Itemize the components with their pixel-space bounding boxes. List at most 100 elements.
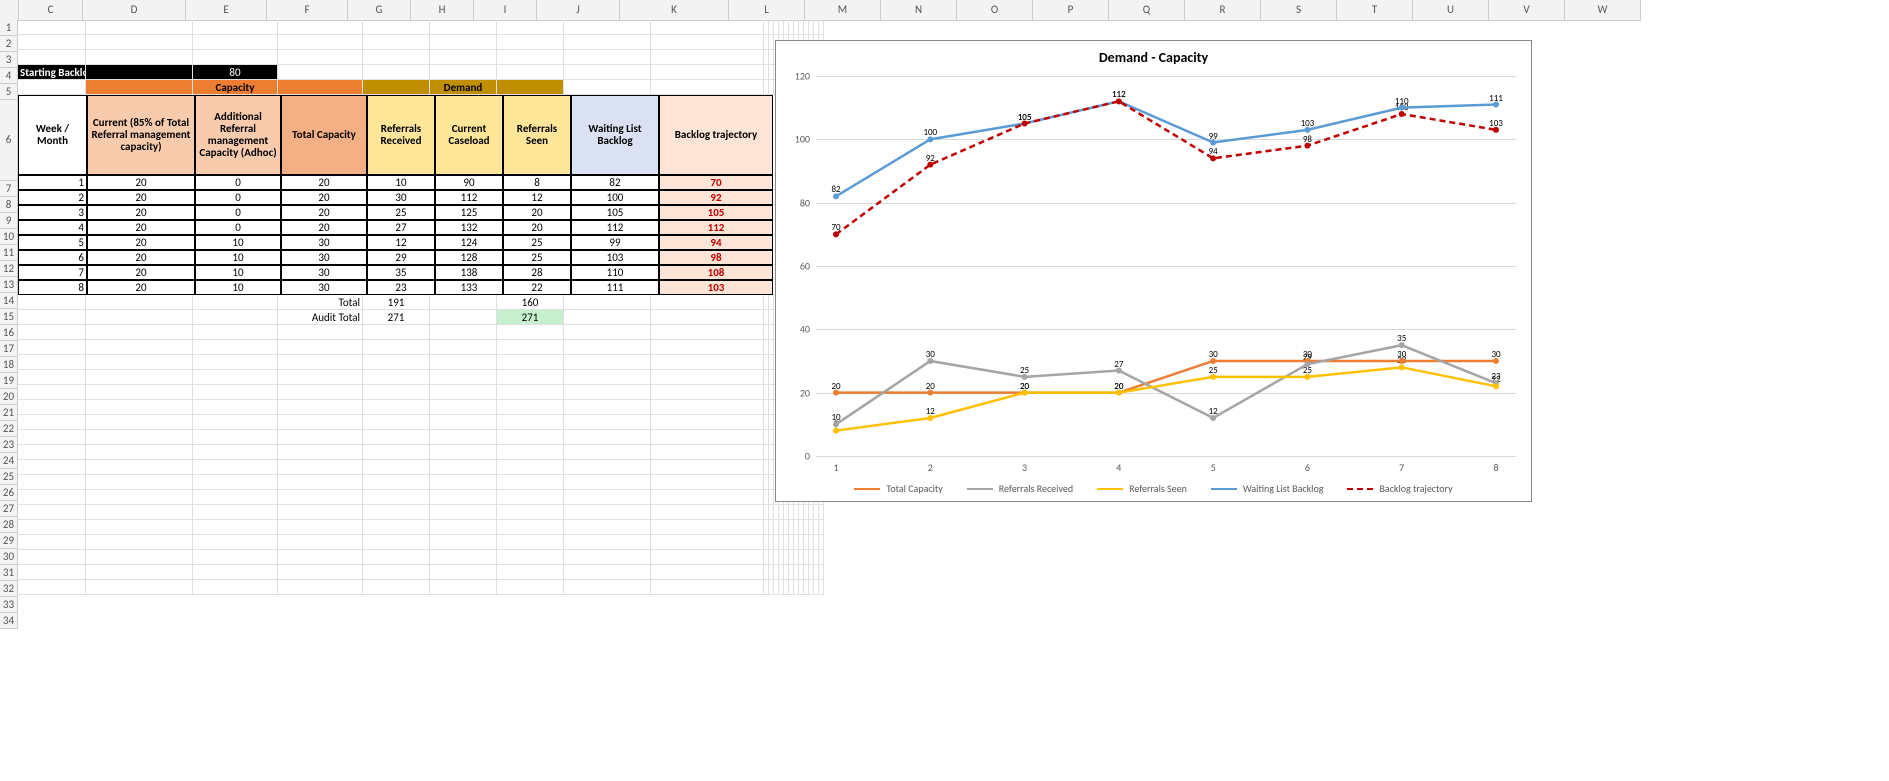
cell-C34[interactable] xyxy=(18,580,86,595)
cell-I33[interactable] xyxy=(497,565,564,580)
cell-K32[interactable] xyxy=(651,550,764,565)
row-header-21[interactable]: 21 xyxy=(0,405,18,421)
cell-F33[interactable] xyxy=(278,565,363,580)
cell-E23[interactable] xyxy=(193,415,278,430)
cell-G21[interactable] xyxy=(363,385,430,400)
cell-W34[interactable] xyxy=(819,580,824,595)
cell-K28[interactable] xyxy=(651,490,764,505)
cell-E30[interactable] xyxy=(193,520,278,535)
data-K-r8[interactable]: 103 xyxy=(659,280,773,295)
cell-F23[interactable] xyxy=(278,415,363,430)
cell-J28[interactable] xyxy=(564,490,651,505)
cell-G18[interactable] xyxy=(363,340,430,355)
column-header-O[interactable]: O xyxy=(957,0,1033,20)
data-D-r6[interactable]: 20 xyxy=(87,250,195,265)
cell-D20[interactable] xyxy=(86,370,193,385)
row-header-11[interactable]: 11 xyxy=(0,245,18,261)
cell-H22[interactable] xyxy=(430,400,497,415)
cell-D18[interactable] xyxy=(86,340,193,355)
cell-C30[interactable] xyxy=(18,520,86,535)
cell-K33[interactable] xyxy=(651,565,764,580)
cell-G19[interactable] xyxy=(363,355,430,370)
audit-E[interactable] xyxy=(193,310,278,325)
cell-D31[interactable] xyxy=(86,535,193,550)
cell-F5[interactable] xyxy=(278,80,363,95)
data-F-r5[interactable]: 30 xyxy=(281,235,367,250)
cell-C26[interactable] xyxy=(18,460,86,475)
cell-C31[interactable] xyxy=(18,535,86,550)
cell-K27[interactable] xyxy=(651,475,764,490)
cell-H1[interactable] xyxy=(430,20,497,35)
cell-H27[interactable] xyxy=(430,475,497,490)
cell-G20[interactable] xyxy=(363,370,430,385)
cell-D1[interactable] xyxy=(86,20,193,35)
cell-D32[interactable] xyxy=(86,550,193,565)
cell-H20[interactable] xyxy=(430,370,497,385)
cell-F17[interactable] xyxy=(278,325,363,340)
column-header-I[interactable]: I xyxy=(474,0,537,20)
cell-F27[interactable] xyxy=(278,475,363,490)
total-J[interactable] xyxy=(564,295,651,310)
data-F-r6[interactable]: 30 xyxy=(281,250,367,265)
cell-C3[interactable] xyxy=(18,50,86,65)
audit-D[interactable] xyxy=(86,310,193,325)
cell-E21[interactable] xyxy=(193,385,278,400)
cell-C20[interactable] xyxy=(18,370,86,385)
audit-K[interactable] xyxy=(651,310,764,325)
cell-K1[interactable] xyxy=(651,20,764,35)
cell-H29[interactable] xyxy=(430,505,497,520)
cell-C28[interactable] xyxy=(18,490,86,505)
cell-E29[interactable] xyxy=(193,505,278,520)
data-G-r6[interactable]: 29 xyxy=(367,250,435,265)
cell-J17[interactable] xyxy=(564,325,651,340)
cell-G34[interactable] xyxy=(363,580,430,595)
cell-I19[interactable] xyxy=(497,355,564,370)
cell-J2[interactable] xyxy=(564,35,651,50)
cell-J27[interactable] xyxy=(564,475,651,490)
cell-D25[interactable] xyxy=(86,445,193,460)
cell-G27[interactable] xyxy=(363,475,430,490)
cell-I28[interactable] xyxy=(497,490,564,505)
row-header-15[interactable]: 15 xyxy=(0,309,18,325)
cell-J1[interactable] xyxy=(564,20,651,35)
cell-F22[interactable] xyxy=(278,400,363,415)
data-K-r6[interactable]: 98 xyxy=(659,250,773,265)
data-H-r8[interactable]: 133 xyxy=(435,280,503,295)
cell-E3[interactable] xyxy=(193,50,278,65)
cell-F19[interactable] xyxy=(278,355,363,370)
header-D[interactable]: Current (85% of Total Referral managemen… xyxy=(87,95,195,175)
cell-K19[interactable] xyxy=(651,355,764,370)
cell-G33[interactable] xyxy=(363,565,430,580)
data-E-r7[interactable]: 10 xyxy=(195,265,281,280)
cell-G23[interactable] xyxy=(363,415,430,430)
cell-K31[interactable] xyxy=(651,535,764,550)
cell-J5[interactable] xyxy=(564,80,651,95)
cell-C19[interactable] xyxy=(18,355,86,370)
cell-G3[interactable] xyxy=(363,50,430,65)
cell-F21[interactable] xyxy=(278,385,363,400)
cell-H23[interactable] xyxy=(430,415,497,430)
column-header-N[interactable]: N xyxy=(881,0,957,20)
starting-backlog-label[interactable]: Starting Backlog position xyxy=(18,65,86,80)
header-G[interactable]: Referrals Received xyxy=(367,95,435,175)
data-E-r5[interactable]: 10 xyxy=(195,235,281,250)
cell-E5[interactable]: Capacity xyxy=(193,80,278,95)
cell-F26[interactable] xyxy=(278,460,363,475)
cell-E2[interactable] xyxy=(193,35,278,50)
cell-F1[interactable] xyxy=(278,20,363,35)
data-K-r7[interactable]: 108 xyxy=(659,265,773,280)
data-D-r3[interactable]: 20 xyxy=(87,205,195,220)
audit-F[interactable]: Audit Total xyxy=(278,310,363,325)
data-J-r5[interactable]: 99 xyxy=(571,235,659,250)
cell-J24[interactable] xyxy=(564,430,651,445)
cell-G1[interactable] xyxy=(363,20,430,35)
cell-D3[interactable] xyxy=(86,50,193,65)
data-H-r1[interactable]: 90 xyxy=(435,175,503,190)
audit-G[interactable]: 271 xyxy=(363,310,430,325)
row-header-33[interactable]: 33 xyxy=(0,597,18,613)
data-C-r3[interactable]: 3 xyxy=(18,205,87,220)
total-C[interactable] xyxy=(18,295,86,310)
cell-C27[interactable] xyxy=(18,475,86,490)
data-F-r8[interactable]: 30 xyxy=(281,280,367,295)
cell-D2[interactable] xyxy=(86,35,193,50)
